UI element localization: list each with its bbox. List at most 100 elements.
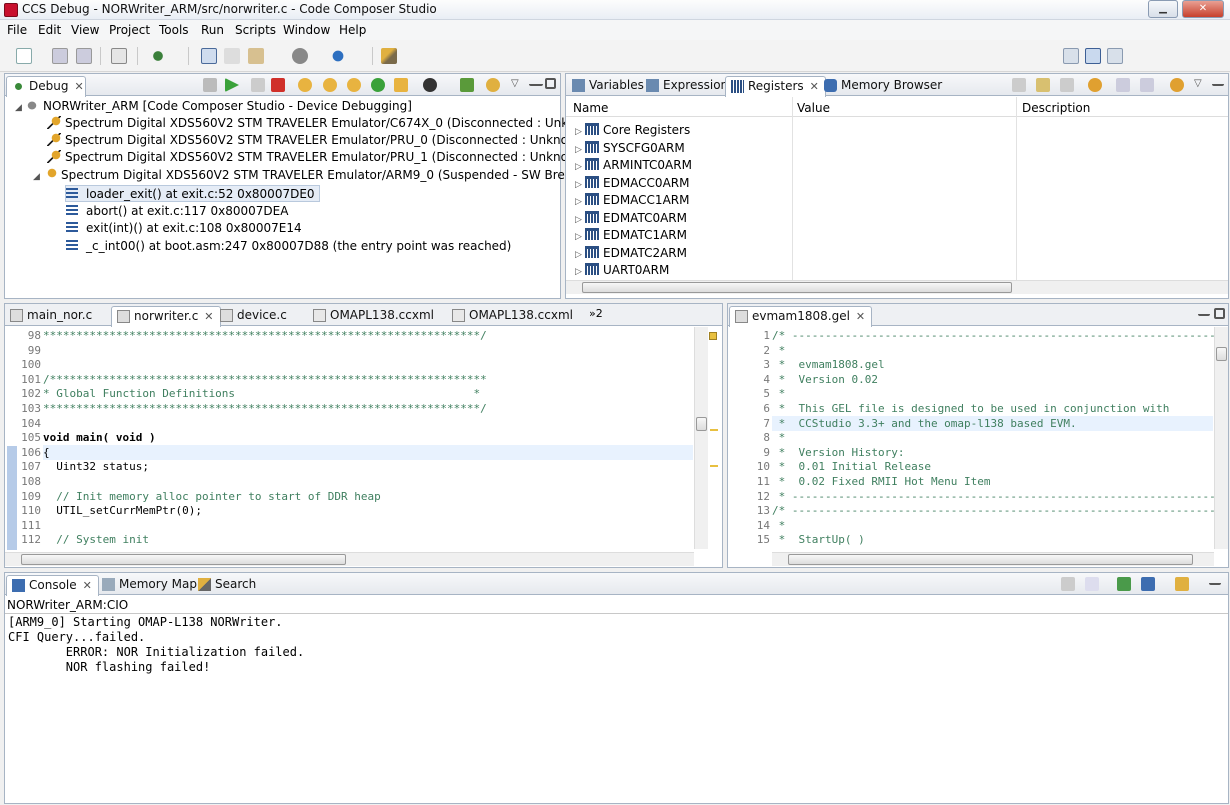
close-icon[interactable]: ✕ <box>83 579 92 592</box>
column-description[interactable]: Description <box>1022 101 1090 115</box>
close-icon[interactable]: ✕ <box>810 80 819 93</box>
refresh-icon[interactable] <box>486 78 500 92</box>
column-name[interactable]: Name <box>573 101 608 115</box>
remove-terminated-icon[interactable] <box>203 78 217 92</box>
step-into-icon[interactable] <box>298 78 312 92</box>
code-line[interactable]: * Version History: <box>772 446 905 461</box>
code-line[interactable]: * 0.02 Fixed RMII Hot Menu Item <box>772 475 991 490</box>
continuous-refresh-icon[interactable] <box>1170 78 1184 92</box>
stack-frame[interactable]: exit(int)() at exit.c:108 0x80007E14 <box>66 220 302 237</box>
register-group-row[interactable]: ▷ EDMACC0ARM <box>575 175 689 192</box>
minimize-button-2[interactable]: ▁ <box>1148 0 1178 18</box>
close-button[interactable]: ✕ <box>1182 0 1224 18</box>
reset-cpu-icon[interactable] <box>423 78 437 92</box>
view-menu-icon[interactable]: ▽ <box>1194 78 1208 92</box>
expand-icon[interactable]: ▷ <box>575 247 585 264</box>
stack-frame[interactable]: abort() at exit.c:117 0x80007DEA <box>66 203 288 220</box>
register-group-row[interactable]: ▷ EDMATC0ARM <box>575 210 687 227</box>
assembly-step-over-icon[interactable] <box>394 78 408 92</box>
ccs-edit-perspective-icon[interactable] <box>1107 48 1123 64</box>
register-group-row[interactable]: ▷ SYSCFG0ARM <box>575 140 685 157</box>
register-group-row[interactable]: ▷ EDMACC1ARM <box>575 192 689 209</box>
expand-icon[interactable]: ▷ <box>575 142 585 159</box>
code-line[interactable]: * <box>772 387 786 402</box>
overview-marker[interactable] <box>710 465 718 467</box>
menu-window[interactable]: Window <box>283 23 330 37</box>
maximize-view-icon[interactable] <box>545 78 556 89</box>
link-icon[interactable] <box>224 48 240 64</box>
skip-breakpoints-icon[interactable] <box>201 48 217 64</box>
view-menu-icon[interactable]: ▽ <box>511 78 525 92</box>
tab-omapl138-ccxml[interactable]: OMAPL138.ccxml <box>308 306 440 326</box>
code-line[interactable]: /* -------------------------------------… <box>772 329 1230 344</box>
tab-norwriter-c[interactable]: norwriter.c ✕ <box>111 306 221 327</box>
run-config-icon[interactable] <box>330 48 346 64</box>
toolbar-icon[interactable] <box>1036 78 1050 92</box>
vertical-scrollbar[interactable] <box>694 327 708 549</box>
maximize-view-icon[interactable] <box>1214 308 1225 319</box>
emulator-pru1[interactable]: Spectrum Digital XDS560V2 STM TRAVELER E… <box>47 149 590 166</box>
tab-debug[interactable]: Debug ✕ <box>6 76 86 97</box>
save-icon[interactable] <box>52 48 68 64</box>
terminate-icon[interactable] <box>271 78 285 92</box>
clear-console-icon[interactable] <box>1061 577 1075 591</box>
close-icon[interactable]: ✕ <box>204 310 213 323</box>
toolbar-icon[interactable] <box>1060 78 1074 92</box>
code-line[interactable]: /***************************************… <box>43 373 487 388</box>
resume-icon[interactable] <box>225 78 239 92</box>
menu-file[interactable]: File <box>7 23 27 37</box>
menu-project[interactable]: Project <box>109 23 150 37</box>
expand-icon[interactable]: ▷ <box>575 264 585 281</box>
code-line[interactable]: * This GEL file is designed to be used i… <box>772 402 1170 417</box>
code-line[interactable]: * CCStudio 3.3+ and the omap-l138 based … <box>772 417 1077 432</box>
code-line[interactable]: * Global Function Definitions * <box>43 387 480 402</box>
menu-tools[interactable]: Tools <box>159 23 189 37</box>
vertical-scrollbar[interactable] <box>1214 327 1228 549</box>
overview-marker[interactable] <box>709 332 717 340</box>
code-line[interactable]: * <box>772 344 786 359</box>
minimize-view-icon[interactable] <box>1198 308 1210 316</box>
emulator-pru0[interactable]: Spectrum Digital XDS560V2 STM TRAVELER E… <box>47 132 590 149</box>
code-line[interactable]: ****************************************… <box>43 402 487 417</box>
expand-icon[interactable]: ▷ <box>575 124 585 141</box>
tab-variables[interactable]: Variables <box>567 76 650 96</box>
code-line[interactable]: UTIL_setCurrMemPtr(0); <box>43 504 202 519</box>
horizontal-scrollbar[interactable] <box>772 552 1214 566</box>
pin-console-icon[interactable] <box>1117 577 1131 591</box>
menu-edit[interactable]: Edit <box>38 23 61 37</box>
toolbar-icon[interactable] <box>1116 78 1130 92</box>
tab-omapl138-ccxml-2[interactable]: OMAPL138.ccxml <box>447 306 579 326</box>
refresh-icon[interactable] <box>1088 78 1102 92</box>
pencil-icon[interactable] <box>381 48 397 64</box>
column-value[interactable]: Value <box>797 101 830 115</box>
tab-search[interactable]: Search <box>193 575 262 595</box>
close-icon[interactable]: ✕ <box>856 310 865 323</box>
suspend-icon[interactable] <box>251 78 265 92</box>
debug-session-root[interactable]: ◢ NORWriter_ARM [Code Composer Studio - D… <box>15 98 412 115</box>
open-console-icon[interactable] <box>111 48 127 64</box>
stack-frame-selected[interactable]: loader_exit() at exit.c:52 0x80007DE0 <box>65 185 320 202</box>
minimize-view-icon[interactable] <box>1212 78 1224 86</box>
tab-main-nor-c[interactable]: main_nor.c <box>5 306 98 326</box>
code-line[interactable]: * <box>772 519 786 534</box>
code-line[interactable]: * StartUp( ) <box>772 533 865 548</box>
overview-marker[interactable] <box>710 429 718 431</box>
expand-icon[interactable]: ▷ <box>575 194 585 211</box>
code-line[interactable]: Uint32 status; <box>43 460 149 475</box>
menu-help[interactable]: Help <box>339 23 366 37</box>
register-group-row[interactable]: ▷ Core Registers <box>575 122 690 139</box>
toolbar-icon[interactable] <box>1140 78 1154 92</box>
minimize-view-icon[interactable] <box>1209 577 1221 585</box>
code-line[interactable]: * Version 0.02 <box>772 373 878 388</box>
tab-evmam1808-gel[interactable]: evmam1808.gel ✕ <box>729 306 873 327</box>
menu-scripts[interactable]: Scripts <box>235 23 276 37</box>
open-console-icon[interactable] <box>1175 577 1189 591</box>
debug-bug-icon[interactable] <box>150 48 166 64</box>
emulator-arm9[interactable]: ◢ Spectrum Digital XDS560V2 STM TRAVELER … <box>33 167 614 184</box>
register-group-row[interactable]: ▷ EDMATC1ARM <box>575 227 687 244</box>
horizontal-scrollbar[interactable] <box>5 552 694 566</box>
open-perspective-icon[interactable] <box>1063 48 1079 64</box>
target-icon[interactable] <box>292 48 308 64</box>
code-line[interactable]: { <box>43 446 50 461</box>
assembly-step-into-icon[interactable] <box>371 78 385 92</box>
